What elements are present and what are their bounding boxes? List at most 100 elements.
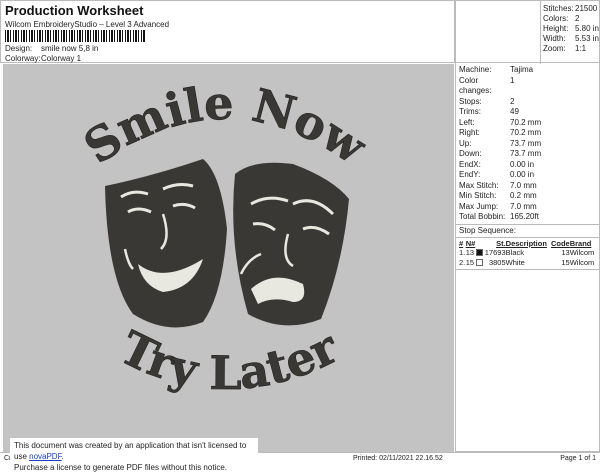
page-title: Production Worksheet — [5, 3, 144, 18]
info-value: 1 — [510, 75, 515, 85]
printed-date: Printed: 02/11/2021 22.16.52 — [353, 455, 443, 462]
column-header: N# — [465, 238, 476, 248]
info-row: Up: 73.7 mm — [459, 139, 596, 150]
machine-info-panel: Machine: Tajima Color changes: 1 Stops: 2 Trim… — [455, 62, 600, 452]
stat-label: Colors: — [543, 14, 569, 23]
software-name: Wilcom EmbroideryStudio – Level 3 Advanc… — [5, 20, 170, 29]
info-value: 0.2 mm — [510, 191, 537, 200]
design-row: Design: smile now 5,8 in — [5, 44, 98, 53]
description: Black — [505, 247, 524, 257]
embroidery-design: Smile Now Try Later — [74, 75, 376, 400]
stop-sequence-title: Stop Sequence: — [459, 225, 516, 235]
description: White — [505, 257, 525, 267]
info-label: Down: — [459, 149, 482, 158]
info-value: 73.7 mm — [510, 149, 542, 158]
info-row: Right: 70.2 mm — [459, 128, 596, 139]
info-label: Color changes: — [459, 75, 492, 96]
info-value: 7.0 mm — [510, 180, 537, 190]
column-header: Code — [550, 238, 570, 248]
column-header: Description — [505, 238, 547, 248]
info-row: Total Bobbin: 165.20ft — [459, 212, 596, 223]
info-label: Trims: — [459, 107, 481, 116]
worksheet-header: Production Worksheet Wilcom EmbroiderySt… — [0, 0, 455, 63]
stat-row: Zoom: 1:1 — [543, 44, 599, 54]
info-value: 70.2 mm — [510, 128, 542, 137]
stitches: 17693 — [484, 247, 506, 257]
code: 13 — [561, 247, 570, 257]
stat-row: Colors: 2 — [543, 14, 599, 24]
info-label: Right: — [459, 128, 480, 137]
info-value: 73.7 mm — [510, 138, 542, 148]
license-notice: This document was created by an applicat… — [10, 438, 258, 472]
stat-value: 21500 — [575, 4, 598, 13]
comedy-mask — [105, 159, 227, 328]
color-swatch — [475, 259, 483, 267]
stop-sequence-table: # N# St. Description Code Brand 1. 13 17693 Blac… — [459, 239, 596, 268]
stats-box: Stitches: 21500 Colors: 2 Height: 5.80 in Widt… — [455, 0, 600, 64]
stat-label: Zoom: — [543, 44, 566, 53]
info-label: Max Stitch: — [459, 180, 499, 190]
info-value: 7.0 mm — [510, 201, 537, 211]
info-row: Max Stitch: 7.0 mm — [459, 181, 596, 192]
colorway-row: Colorway:Colorway 1 — [5, 54, 81, 63]
info-row: Stops: 2 — [459, 97, 596, 108]
info-row: EndX: 0.00 in — [459, 160, 596, 171]
stitches: 3805 — [488, 257, 506, 267]
stat-label: Width: — [543, 34, 566, 43]
needle: 15 — [465, 257, 475, 267]
stat-value: 1:1 — [575, 44, 587, 53]
info-value: Tajima — [510, 65, 534, 74]
info-row: Max Jump: 7.0 mm — [459, 202, 596, 213]
info-value: 0.00 in — [510, 159, 535, 169]
info-label: Left: — [459, 117, 475, 127]
info-label: Total Bobbin: — [459, 212, 506, 221]
stat-value: 5.53 in — [574, 34, 600, 43]
info-row: Left: 70.2 mm — [459, 118, 596, 129]
stop-row: 1. 13 17693 Black 13 Wilcom — [459, 248, 596, 258]
color-swatch — [475, 249, 483, 257]
top-text: Smile Now — [74, 76, 376, 175]
info-label: Max Jump: — [459, 201, 499, 211]
info-value: 49 — [510, 107, 519, 116]
info-value: 2 — [510, 96, 515, 106]
colorway-label: Colorway: — [5, 54, 41, 63]
info-label: Min Stitch: — [459, 191, 497, 200]
design-preview: Smile Now Try Later — [3, 64, 454, 452]
info-label: EndY: — [459, 170, 481, 179]
code: 15 — [561, 257, 570, 267]
novapdf-link[interactable]: novaPDF — [29, 452, 61, 461]
brand: Wilcom — [569, 257, 595, 267]
colorway-value: Colorway 1 — [41, 54, 82, 63]
info-value: 0.00 in — [510, 170, 535, 179]
column-header: St. — [496, 238, 506, 248]
stat-value: 5.80 in — [574, 24, 600, 33]
info-label: Stops: — [459, 96, 482, 106]
notice-punct: . — [61, 452, 64, 461]
stop-index: 2. — [459, 257, 466, 267]
brand: Wilcom — [569, 247, 595, 257]
info-row: Machine: Tajima — [459, 65, 596, 76]
info-row: Min Stitch: 0.2 mm — [459, 191, 596, 202]
tragedy-mask — [233, 162, 349, 326]
bottom-text: Try Later — [112, 319, 347, 400]
stat-value: 2 — [575, 14, 580, 23]
page-number: Page 1 of 1 — [560, 455, 596, 462]
design-label: Design: — [5, 44, 33, 53]
stat-row: Stitches: 21500 — [543, 4, 599, 14]
info-label: EndX: — [459, 159, 481, 169]
stop-index: 1. — [459, 247, 466, 257]
stat-row: Height: 5.80 in — [543, 24, 599, 34]
info-value: 165.20ft — [510, 212, 539, 221]
design-value: smile now 5,8 in — [41, 44, 99, 53]
info-row: Trims: 49 — [459, 107, 596, 118]
needle: 13 — [465, 247, 475, 257]
stat-label: Stitches: — [543, 4, 574, 13]
info-row: Color changes: 1 — [459, 76, 596, 97]
stat-label: Height: — [543, 24, 569, 33]
stat-row: Width: 5.53 in — [543, 34, 599, 44]
info-value: 70.2 mm — [510, 117, 542, 127]
info-row: EndY: 0.00 in — [459, 170, 596, 181]
info-label: Machine: — [459, 65, 492, 74]
column-header: # — [459, 238, 464, 248]
column-header: Brand — [569, 238, 592, 248]
